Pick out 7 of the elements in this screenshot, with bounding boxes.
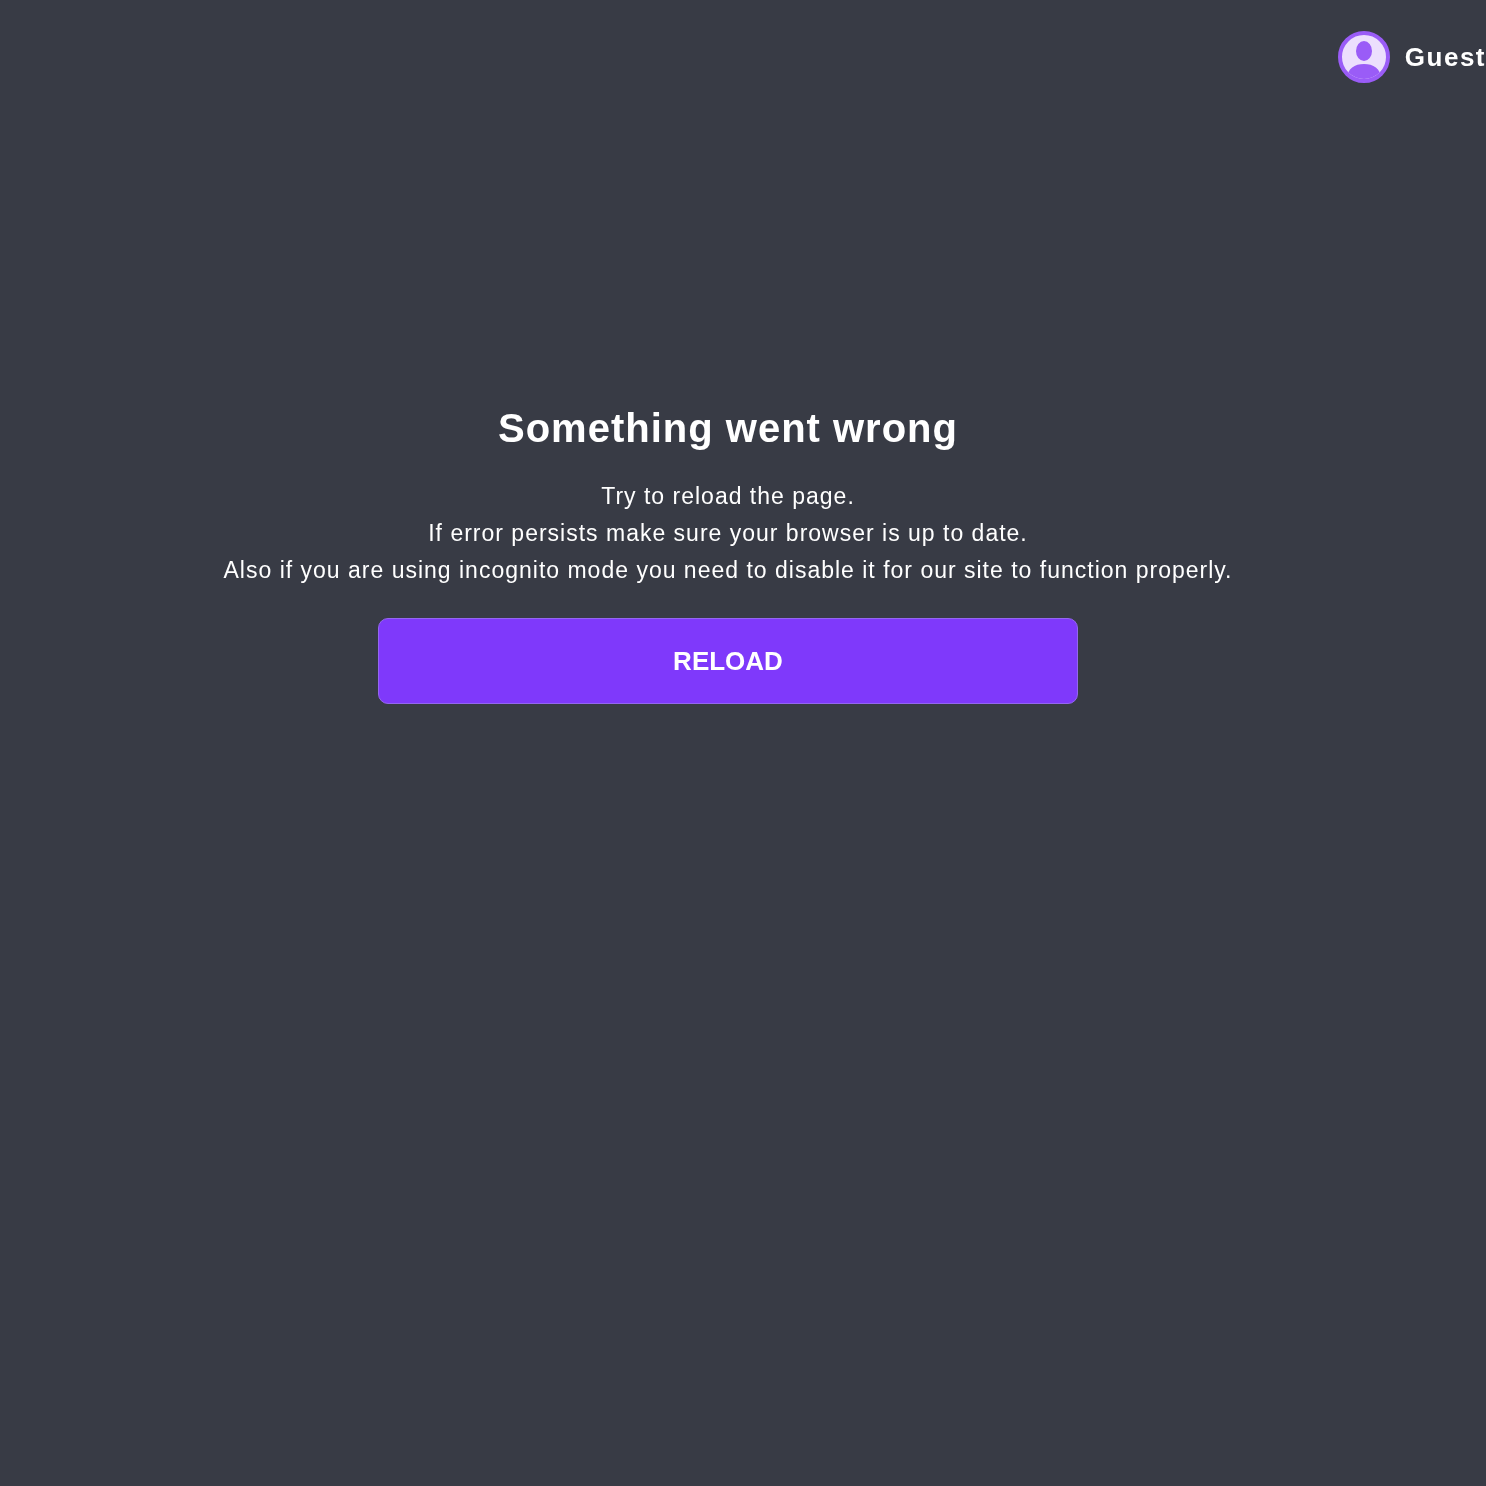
- error-message: If error persists make sure your browser is up to date.: [428, 519, 1028, 548]
- reload-button[interactable]: RELOAD: [378, 618, 1078, 704]
- user-name[interactable]: Guest: [1404, 42, 1486, 72]
- error-message: Also if you are using incognito mode you need to disable it for our site to function properly.: [223, 556, 1233, 585]
- error-message: Try to reload the page.: [601, 482, 855, 511]
- error-title: Something went wrong: [498, 405, 958, 452]
- avatar-icon: [1337, 31, 1390, 83]
